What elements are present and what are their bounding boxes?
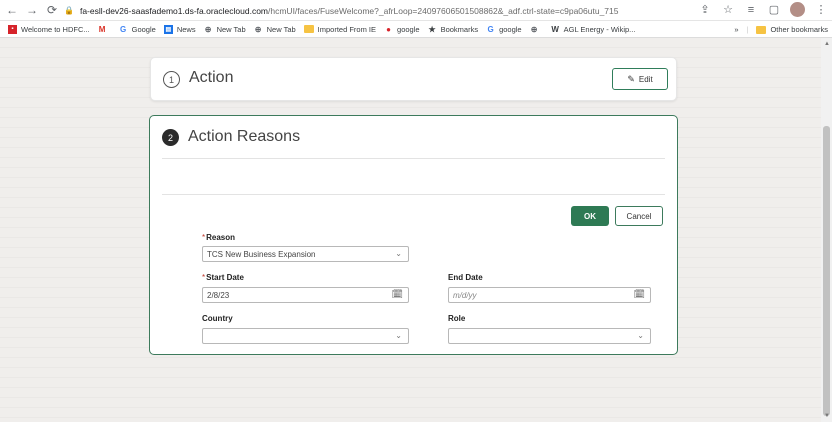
action-title: Action bbox=[189, 69, 234, 86]
divider bbox=[162, 158, 665, 159]
bookmark-item[interactable]: ▤ News bbox=[163, 24, 196, 34]
forward-arrow-icon[interactable]: → bbox=[24, 2, 40, 18]
bookmark-item[interactable]: ★ Bookmarks bbox=[428, 24, 478, 34]
country-select[interactable]: ⌄ bbox=[202, 328, 409, 344]
reason-label: *Reason bbox=[202, 233, 236, 242]
star-icon: ★ bbox=[428, 24, 436, 34]
step-number: 1 bbox=[163, 71, 180, 88]
bookmark-item[interactable]: ● google bbox=[384, 24, 419, 34]
end-date-label: End Date bbox=[448, 273, 483, 282]
url-path: /hcmUI/faces/FuseWelcome?_afrLoop=240976… bbox=[268, 5, 619, 16]
reading-list-icon[interactable]: ≡ bbox=[744, 4, 758, 16]
globe-icon: ⊕ bbox=[254, 24, 262, 34]
news-icon: ▤ bbox=[163, 24, 173, 34]
bookmark-item[interactable]: ⊕ New Tab bbox=[204, 25, 246, 34]
bookmark-item[interactable]: Ggoogle bbox=[486, 24, 521, 34]
google-icon: G bbox=[487, 24, 494, 34]
bookmark-item[interactable]: ⊕ New Tab bbox=[254, 25, 296, 34]
bookmark-item[interactable]: ⊕ bbox=[530, 25, 543, 34]
start-date-input[interactable]: 2/8/23 🗓 bbox=[202, 287, 409, 303]
calendar-icon[interactable]: 🗓 bbox=[634, 289, 645, 300]
opera-icon: ● bbox=[386, 24, 391, 34]
gmail-icon: M bbox=[98, 24, 106, 34]
folder-icon bbox=[756, 25, 767, 34]
star-icon[interactable]: ☆ bbox=[721, 3, 735, 16]
bookmark-item[interactable]: ▪ Welcome to HDFC... bbox=[8, 24, 90, 34]
google-icon: G bbox=[120, 24, 127, 34]
profile-avatar[interactable] bbox=[790, 2, 805, 17]
lock-icon: 🔒 bbox=[64, 6, 74, 15]
reload-icon[interactable]: ⟳ bbox=[44, 2, 60, 18]
bookmark-item[interactable]: W AGL Energy - Wikip... bbox=[551, 24, 635, 34]
role-select[interactable]: ⌄ bbox=[448, 328, 651, 344]
edit-button[interactable]: ✎ Edit bbox=[612, 68, 668, 90]
start-date-label: *Start Date bbox=[202, 273, 244, 282]
step-number: 2 bbox=[162, 129, 179, 146]
browser-toolbar: ← → ⟳ 🔒 fa-esll-dev26-saasfademo1.ds-fa.… bbox=[0, 0, 832, 21]
cancel-button[interactable]: Cancel bbox=[615, 206, 663, 226]
scrollbar-thumb[interactable] bbox=[823, 126, 830, 416]
menu-kebab-icon[interactable]: ⋮ bbox=[814, 3, 828, 16]
bookmarks-separator: | bbox=[746, 25, 749, 34]
share-icon[interactable]: ⇪ bbox=[698, 3, 712, 16]
ok-button[interactable]: OK bbox=[571, 206, 609, 226]
bookmark-item[interactable]: Imported From IE bbox=[303, 25, 376, 34]
hdfc-icon: ▪ bbox=[8, 24, 17, 34]
scroll-down-icon[interactable]: ▼ bbox=[824, 413, 830, 419]
pencil-icon: ✎ bbox=[627, 73, 635, 84]
wikipedia-icon: W bbox=[551, 24, 559, 34]
chevron-down-icon: ⌄ bbox=[395, 331, 402, 340]
calendar-icon[interactable]: 🗓 bbox=[392, 289, 403, 300]
globe-icon: ⊕ bbox=[204, 24, 212, 34]
page-content: 1 Action ✎ Edit 2 Action Reasons OK Canc… bbox=[0, 38, 821, 422]
folder-icon bbox=[303, 25, 314, 33]
reason-select[interactable]: TCS New Business Expansion ⌄ bbox=[202, 246, 409, 262]
url-host: fa-esll-dev26-saasfademo1.ds-fa.oraclecl… bbox=[79, 5, 269, 16]
divider bbox=[162, 194, 665, 195]
back-arrow-icon[interactable]: ← bbox=[4, 2, 20, 18]
bookmark-item[interactable]: G Google bbox=[119, 25, 156, 34]
globe-icon: ⊕ bbox=[530, 24, 538, 34]
chevron-down-icon: ⌄ bbox=[395, 249, 402, 258]
role-label: Role bbox=[448, 314, 466, 323]
end-date-input[interactable]: m/d/yy 🗓 bbox=[448, 287, 651, 303]
bookmark-item[interactable]: M bbox=[98, 25, 111, 34]
scroll-up-icon[interactable]: ▲ bbox=[824, 41, 830, 47]
address-bar[interactable]: 🔒 fa-esll-dev26-saasfademo1.ds-fa.oracle… bbox=[64, 3, 754, 18]
action-card: 1 Action ✎ Edit bbox=[150, 57, 677, 101]
country-label: Country bbox=[202, 314, 233, 323]
action-reasons-card: 2 Action Reasons OK Cancel *Reason TCS N… bbox=[149, 115, 678, 355]
chevron-down-icon: ⌄ bbox=[637, 331, 644, 340]
action-reasons-title: Action Reasons bbox=[188, 128, 301, 145]
page-scrollbar[interactable]: ▲ ▼ bbox=[821, 38, 832, 422]
bookmarks-bar: ▪ Welcome to HDFC... M G Google ▤ News ⊕ New… bbox=[0, 21, 832, 38]
other-bookmarks[interactable]: Other bookmarks bbox=[756, 25, 828, 34]
window-icon[interactable]: ▢ bbox=[767, 3, 781, 16]
bookmarks-overflow[interactable]: » bbox=[734, 25, 738, 34]
